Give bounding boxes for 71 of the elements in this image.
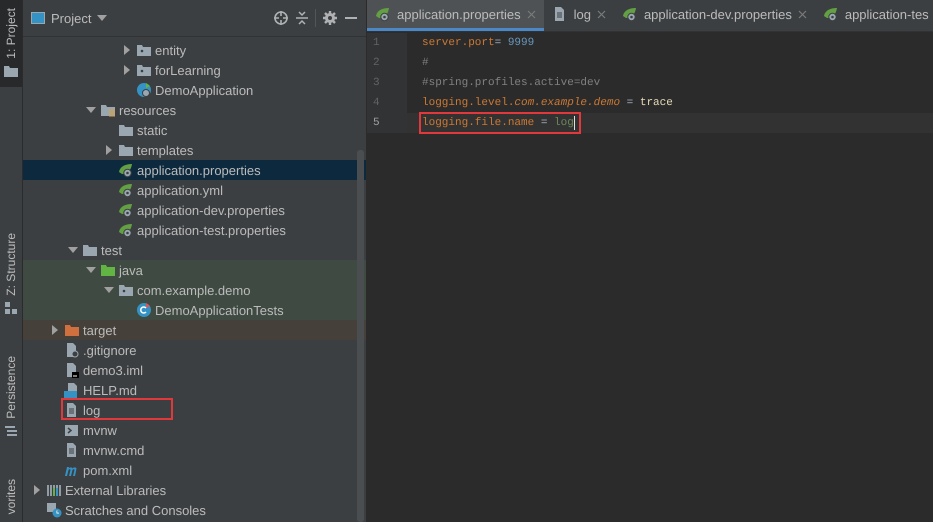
folder-icon: [100, 262, 116, 278]
tree-item[interactable]: mvnw: [23, 420, 366, 440]
spring-leaf-icon: [118, 182, 134, 198]
spring-leaf-icon: [118, 162, 134, 178]
tree-item[interactable]: DemoApplication: [23, 80, 366, 100]
tree-item[interactable]: test: [23, 240, 366, 260]
tree-item[interactable]: application.properties: [23, 160, 366, 180]
spring-leaf-icon: [118, 222, 134, 238]
tree-item[interactable]: entity: [23, 40, 366, 60]
spring-leaf-icon: [375, 6, 391, 22]
tree-item[interactable]: HELP.md: [23, 380, 366, 400]
tree-item[interactable]: pom.xml: [23, 460, 366, 480]
scrollbar[interactable]: [357, 150, 364, 522]
tool-window-tab[interactable]: 1: Project: [0, 0, 22, 87]
tree-item[interactable]: application-test.properties: [23, 220, 366, 240]
close-icon[interactable]: [596, 10, 606, 18]
folder-icon: [82, 242, 98, 258]
code-line: logging.level.com.example.demo = trace: [421, 96, 673, 111]
tree-item[interactable]: application.yml: [23, 180, 366, 200]
structure-icon: [3, 300, 19, 316]
test-class-icon: [136, 302, 152, 318]
tree-item[interactable]: com.example.demo: [23, 280, 366, 300]
scratches-icon: [46, 502, 62, 518]
code-line: #spring.profiles.active=dev: [421, 76, 600, 91]
tree-item[interactable]: DemoApplicationTests: [23, 300, 366, 320]
file-icon: [64, 342, 80, 358]
package-folder-icon: [136, 62, 152, 78]
resources-folder-icon: [100, 102, 116, 118]
editor-tab[interactable]: application.properties: [367, 0, 544, 31]
dropdown-caret-icon[interactable]: [97, 15, 108, 21]
tree-item[interactable]: application-dev.properties: [23, 200, 366, 220]
tree-item[interactable]: .gitignore: [23, 340, 366, 360]
tree-item[interactable]: mvnw.cmd: [23, 440, 366, 460]
window-icon: [31, 12, 45, 24]
tree-item[interactable]: log: [23, 400, 366, 420]
tree-item[interactable]: templates: [23, 140, 366, 160]
tree-item[interactable]: java: [23, 260, 366, 280]
package-folder-icon: [118, 282, 134, 298]
tool-window-tab[interactable]: vorites: [0, 470, 22, 522]
tree-item[interactable]: forLearning: [23, 60, 366, 80]
tree-item[interactable]: static: [23, 120, 366, 140]
tree-item[interactable]: External Libraries: [23, 480, 366, 500]
code-line: #: [421, 56, 429, 71]
tool-window-tab[interactable]: Persistence: [0, 348, 22, 447]
file-icon: [64, 362, 80, 378]
code-line: logging.file.name = log: [407, 113, 575, 133]
editor-tab[interactable]: application-tes: [814, 0, 933, 31]
markdown-file-icon: [64, 382, 80, 398]
terminal-file-icon: [64, 422, 80, 438]
settings-icon[interactable]: [322, 10, 338, 26]
close-icon[interactable]: [798, 10, 807, 18]
tool-window-tab[interactable]: Z: Structure: [0, 225, 22, 324]
tree-item[interactable]: target: [23, 320, 366, 340]
folder-icon: [118, 122, 134, 138]
tree-item[interactable]: resources: [23, 100, 366, 120]
crosshair-icon[interactable]: [273, 10, 289, 26]
spring-leaf-icon: [622, 6, 638, 22]
spring-leaf-icon: [822, 6, 839, 22]
tree-item[interactable]: Scratches and Consoles: [23, 500, 366, 520]
editor-tab[interactable]: log: [544, 0, 614, 31]
collapse-all-icon[interactable]: [295, 10, 309, 26]
tree-item[interactable]: demo3.iml: [23, 360, 366, 380]
spring-class-icon: [136, 82, 152, 98]
folder-icon: [118, 142, 134, 158]
editor-tab[interactable]: application-dev.properties: [614, 0, 815, 31]
code-line: server.port= 9999: [421, 36, 534, 51]
folder-icon: [64, 322, 80, 338]
spring-leaf-icon: [118, 202, 134, 218]
package-folder-icon: [136, 42, 152, 58]
panel-title[interactable]: Project: [51, 10, 92, 26]
libraries-icon: [46, 482, 62, 498]
